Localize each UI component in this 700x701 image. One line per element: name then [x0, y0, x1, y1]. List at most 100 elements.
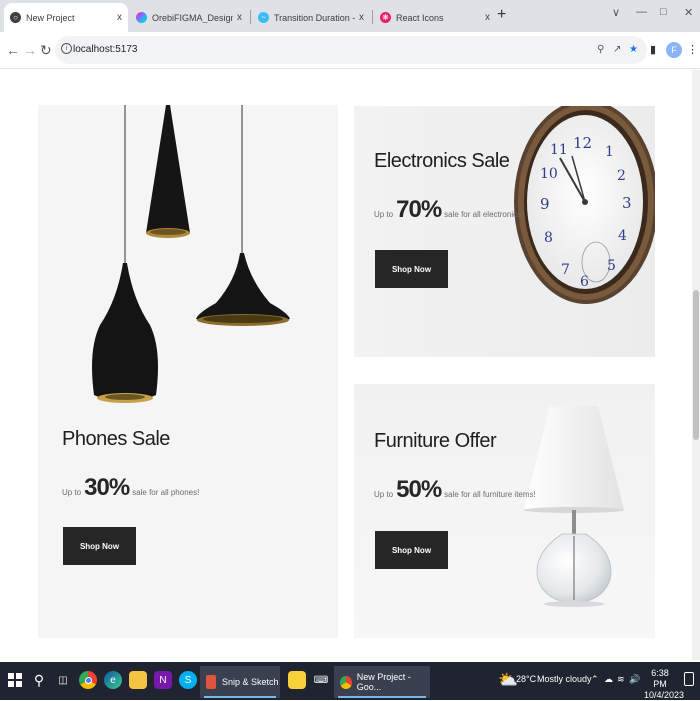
table-lamp-image [524, 406, 624, 607]
phones-sale-card: Phones Sale Up to 30% sale for all phone… [38, 105, 338, 638]
furniture-shop-now-button[interactable]: Shop Now [375, 531, 448, 569]
browser-toolbar: ← → ↻ i localhost:5173 ⚲ ↗ ★ ▮ F ⋮ [0, 32, 700, 69]
tab-separator [250, 10, 251, 24]
info-icon[interactable]: i [61, 43, 72, 54]
active-indicator [338, 696, 426, 698]
sidebar-icon[interactable]: ▮ [650, 43, 656, 56]
figma-favicon-icon [136, 12, 147, 23]
chrome-icon[interactable] [79, 671, 97, 689]
share-icon[interactable]: ↗ [613, 44, 621, 55]
active-indicator [204, 696, 276, 698]
taskbar-app-chrome[interactable]: New Project - Goo... [334, 666, 430, 698]
tab-close-icon[interactable]: x [485, 12, 490, 23]
file-explorer-icon[interactable] [129, 671, 147, 689]
star-icon[interactable]: ★ [629, 44, 638, 55]
windows-taskbar: ⚲ ◫ e N S Snip & Sketch ⌨ New Project - … [0, 662, 700, 700]
scrollbar-thumb[interactable] [693, 290, 699, 440]
tab-close-icon[interactable]: x [359, 12, 364, 23]
tray-overflow-icon[interactable]: ⌃ [591, 674, 599, 685]
clock-date: 10/4/2023 [644, 690, 685, 700]
pendant-lamps-image [92, 105, 290, 403]
weather-icon[interactable]: ⛅ [498, 670, 518, 690]
wifi-icon[interactable]: ≋ [617, 674, 625, 685]
tailwind-favicon-icon: ~ [258, 12, 269, 23]
tab-react-icons[interactable]: ❋ React Icons x [374, 3, 496, 32]
clock-numeral: 8 [544, 230, 553, 246]
promo-suffix: sale for all phones! [132, 488, 200, 497]
electronics-sale-card: 12 1 2 3 4 5 6 7 8 9 10 11 Electronics S… [354, 106, 655, 357]
electronics-sale-promo: Up to 70% sale for all electronics! [374, 196, 523, 224]
electronics-shop-now-button[interactable]: Shop Now [375, 250, 448, 288]
clock[interactable]: 6:38 PM 10/4/2023 [644, 668, 685, 701]
reload-icon[interactable]: ↻ [40, 42, 52, 59]
notification-icon[interactable] [684, 672, 694, 686]
tab-close-icon[interactable]: x [237, 12, 242, 23]
weather-temp[interactable]: 28°C [516, 674, 536, 684]
new-tab-button[interactable]: + [497, 6, 506, 24]
phones-sale-title: Phones Sale [62, 428, 170, 450]
clock-numeral: 7 [561, 262, 570, 278]
chrome-icon [340, 675, 352, 689]
clock-numeral: 2 [617, 168, 626, 184]
tab-title: OrebiFIGMA_Design_1.1.0 (Copy [152, 12, 233, 23]
promo-percent: 50% [396, 476, 442, 503]
kebab-menu-icon[interactable]: ⋮ [687, 43, 698, 56]
onenote-icon[interactable]: N [154, 671, 172, 689]
promo-percent: 70% [396, 196, 442, 223]
tab-tailwind[interactable]: ~ Transition Duration - Tailwind CS x [252, 3, 370, 32]
electronics-sale-title: Electronics Sale [374, 150, 510, 172]
furniture-offer-card: Furniture Offer Up to 50% sale for all f… [354, 384, 655, 638]
tab-new-project[interactable]: ○ New Project x [4, 3, 128, 32]
tab-title: New Project [26, 12, 75, 23]
volume-icon[interactable]: 🔊 [629, 674, 640, 685]
clock-numeral: 3 [622, 194, 632, 212]
edge-icon[interactable]: e [104, 671, 122, 689]
back-icon[interactable]: ← [6, 42, 20, 58]
clock-time: 6:38 PM [651, 668, 669, 689]
search-icon[interactable]: ⚲ [30, 671, 48, 689]
clock-numeral: 12 [573, 134, 592, 152]
zoom-icon[interactable]: ⚲ [597, 44, 604, 55]
clock-numeral: 4 [618, 228, 627, 244]
clock-numeral: 5 [607, 258, 616, 274]
tab-close-icon[interactable]: x [117, 12, 122, 23]
tab-title: React Icons [396, 12, 444, 23]
react-icons-favicon-icon: ❋ [380, 12, 391, 23]
promo-prefix: Up to [374, 210, 394, 219]
clock-numeral: 11 [550, 142, 568, 158]
windows-start-icon[interactable] [6, 671, 24, 689]
promo-percent: 30% [84, 474, 130, 501]
task-view-icon[interactable]: ◫ [54, 671, 72, 689]
close-window-icon[interactable]: ✕ [684, 6, 693, 19]
clock-numeral: 1 [605, 144, 614, 160]
tab-search-icon[interactable]: ∨ [612, 6, 620, 19]
skype-icon[interactable]: S [179, 671, 197, 689]
profile-avatar[interactable]: F [666, 42, 682, 58]
clock-numeral: 9 [540, 195, 550, 213]
clock-numeral: 6 [580, 274, 589, 290]
url-text[interactable]: localhost:5173 [73, 44, 138, 55]
tab-orebi-figma[interactable]: OrebiFIGMA_Design_1.1.0 (Copy x [130, 3, 248, 32]
forward-icon[interactable]: → [23, 42, 37, 58]
promo-prefix: Up to [62, 488, 82, 497]
taskbar-app-label: New Project - Goo... [356, 672, 411, 692]
browser-tab-bar: ○ New Project x OrebiFIGMA_Design_1.1.0 … [0, 0, 700, 32]
promo-suffix: sale for all electronics! [444, 210, 524, 219]
minimize-icon[interactable]: — [636, 6, 647, 18]
onedrive-icon[interactable]: ☁ [604, 674, 613, 685]
chrome-favicon-icon: ○ [10, 12, 21, 23]
maximize-icon[interactable]: □ [660, 6, 667, 18]
keyboard-icon[interactable]: ⌨ [312, 671, 330, 689]
wall-clock-image: 12 1 2 3 4 5 6 7 8 9 10 11 [514, 106, 655, 304]
phones-shop-now-button[interactable]: Shop Now [63, 527, 136, 565]
tab-title: Transition Duration - Tailwind CS [274, 12, 355, 23]
tab-separator [372, 10, 373, 24]
sticky-notes-icon[interactable] [288, 671, 306, 689]
weather-desc[interactable]: Mostly cloudy [537, 674, 592, 684]
page-scrollbar[interactable] [692, 70, 700, 660]
address-bar[interactable]: i localhost:5173 ⚲ ↗ ★ [55, 36, 647, 64]
taskbar-app-snip-sketch[interactable]: Snip & Sketch [200, 666, 280, 698]
snip-sketch-icon [206, 675, 216, 689]
clock-numeral: 10 [540, 166, 558, 182]
phones-sale-promo: Up to 30% sale for all phones! [62, 474, 199, 502]
